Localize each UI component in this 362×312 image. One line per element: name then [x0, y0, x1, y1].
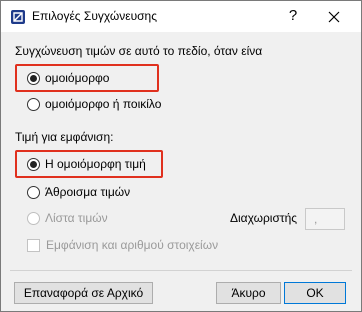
help-button[interactable]: ? — [279, 5, 307, 27]
radio-indicator — [27, 97, 40, 111]
radio-uniform[interactable]: ομοιόμορφο — [27, 68, 109, 88]
radio-uniform-value-label: Η ομοιόμορφη τιμή — [45, 157, 146, 171]
checkbox-indicator — [27, 238, 40, 252]
close-icon — [328, 11, 340, 23]
show-count-checkbox[interactable]: Εμφάνιση και αριθμού στοιχείων — [27, 235, 218, 255]
app-icon — [10, 9, 26, 25]
radio-sum-values-label: Άθροισμα τιμών — [45, 185, 131, 199]
radio-uniform-or-varied-label: ομοιόμορφο ή ποικίλο — [45, 97, 162, 111]
close-button[interactable] — [319, 5, 349, 27]
radio-indicator — [27, 71, 40, 85]
cancel-button[interactable]: Άκυρο — [216, 282, 281, 304]
radio-list-values[interactable]: Λίστα τιμών — [27, 208, 108, 228]
radio-indicator — [27, 157, 40, 171]
merge-condition-heading: Συγχώνευση τιμών σε αυτό το πεδίο, όταν … — [15, 44, 263, 58]
radio-indicator — [27, 211, 40, 225]
radio-list-values-label: Λίστα τιμών — [45, 211, 108, 225]
radio-uniform-label: ομοιόμορφο — [45, 71, 110, 85]
divider — [10, 270, 352, 271]
ok-button[interactable]: OK — [284, 282, 346, 304]
radio-uniform-or-varied[interactable]: ομοιόμορφο ή ποικίλο — [27, 94, 161, 114]
dialog-title: Επιλογές Συγχώνευσης — [32, 9, 158, 23]
separator-input[interactable]: , — [305, 208, 345, 230]
display-value-heading: Τιμή για εμφάνιση: — [15, 130, 114, 144]
title-bar: Επιλογές Συγχώνευσης ? — [1, 1, 361, 32]
show-count-label: Εμφάνιση και αριθμού στοιχείων — [46, 238, 219, 252]
reset-to-default-button[interactable]: Επαναφορά σε Αρχικό — [14, 282, 153, 304]
radio-uniform-value[interactable]: Η ομοιόμορφη τιμή — [27, 154, 146, 174]
radio-sum-values[interactable]: Άθροισμα τιμών — [27, 182, 130, 202]
separator-label: Διαχωριστής — [230, 211, 298, 225]
radio-indicator — [27, 185, 40, 199]
merge-options-dialog: Επιλογές Συγχώνευσης ? Συγχώνευση τιμών … — [0, 0, 362, 312]
